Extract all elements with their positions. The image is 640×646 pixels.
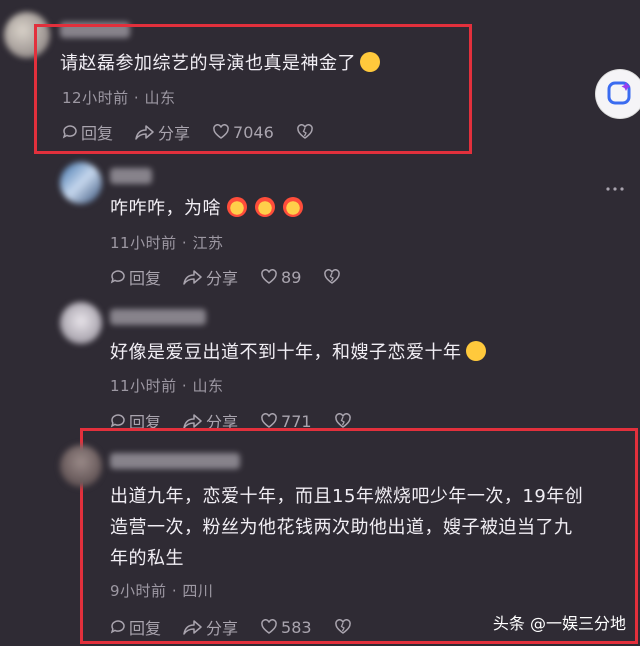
avatar[interactable] xyxy=(60,302,102,344)
devil-emoji-icon xyxy=(255,197,275,217)
share-icon xyxy=(183,270,202,285)
comment-actions: 回复 分享 7046 xyxy=(62,120,339,144)
broken-heart-icon xyxy=(296,124,313,139)
share-label: 分享 xyxy=(158,124,191,143)
reply-icon xyxy=(110,414,125,428)
share-icon xyxy=(183,620,202,635)
share-icon xyxy=(183,414,202,429)
share-button[interactable]: 分享 xyxy=(183,265,238,289)
smile-emoji-icon xyxy=(360,52,380,72)
heart-icon xyxy=(261,619,277,634)
avatar[interactable] xyxy=(60,162,102,204)
devil-emoji-icon xyxy=(227,197,247,217)
like-count: 583 xyxy=(281,617,312,637)
broken-heart-icon xyxy=(324,269,341,284)
username[interactable] xyxy=(110,453,240,469)
reply-icon xyxy=(110,270,125,284)
share-button[interactable]: 分享 xyxy=(183,615,238,639)
heart-icon xyxy=(213,124,229,139)
comment-text: 出道九年，恋爱十年，而且15年燃烧吧少年一次，19年创 造营一次，粉丝为他花钱两… xyxy=(110,481,583,574)
comment-meta: 11小时前 · 江苏 xyxy=(110,234,224,252)
comment-meta: 11小时前 · 山东 xyxy=(110,377,224,395)
like-count: 7046 xyxy=(233,122,274,142)
reply-button[interactable]: 回复 xyxy=(110,615,161,639)
comment-actions: 回复 分享 89 xyxy=(110,265,366,289)
username[interactable] xyxy=(110,168,152,184)
comment-meta: 12小时前 · 山东 xyxy=(62,89,176,107)
dislike-button[interactable] xyxy=(334,619,355,635)
dislike-button[interactable] xyxy=(296,124,317,140)
broken-heart-icon xyxy=(334,413,351,428)
more-icon[interactable] xyxy=(606,176,624,191)
like-button[interactable]: 7046 xyxy=(212,123,274,142)
comment-text: 咋咋咋，为啥 xyxy=(110,193,303,224)
reply-icon xyxy=(110,620,125,634)
reply-label: 回复 xyxy=(129,269,162,288)
comment-text: 好像是爱豆出道不到十年，和嫂子恋爱十年 xyxy=(110,337,486,368)
avatar[interactable] xyxy=(60,445,102,487)
share-label: 分享 xyxy=(206,619,239,638)
comment-meta: 9小时前 · 四川 xyxy=(110,582,214,600)
sparkle-icon xyxy=(607,81,631,105)
share-icon xyxy=(135,125,154,140)
share-label: 分享 xyxy=(206,269,239,288)
like-button[interactable]: 583 xyxy=(260,618,312,637)
reply-button[interactable]: 回复 xyxy=(62,120,113,144)
heart-icon xyxy=(261,269,277,284)
heart-icon xyxy=(261,413,277,428)
devil-emoji-icon xyxy=(283,197,303,217)
dislike-button[interactable] xyxy=(334,413,355,429)
reply-label: 回复 xyxy=(81,124,114,143)
reply-icon xyxy=(62,125,77,139)
username[interactable] xyxy=(110,309,206,325)
share-button[interactable]: 分享 xyxy=(135,120,190,144)
broken-heart-icon xyxy=(334,619,351,634)
comment-actions: 回复 分享 583 xyxy=(110,615,377,639)
comment-line: 出道九年，恋爱十年，而且15年燃烧吧少年一次，19年创 xyxy=(110,486,584,507)
comment-line: 造营一次，粉丝为他花钱两次助他出道，嫂子被迫当了九 xyxy=(110,517,573,538)
dizzy-emoji-icon xyxy=(465,341,486,361)
reply-label: 回复 xyxy=(129,619,162,638)
comment-text: 请赵磊参加综艺的导演也真是神金了 xyxy=(60,48,380,79)
like-count: 89 xyxy=(281,267,302,287)
ai-assistant-button[interactable] xyxy=(596,70,640,118)
watermark: 头条 @一娱三分地 xyxy=(492,614,626,633)
reply-button[interactable]: 回复 xyxy=(110,265,161,289)
like-button[interactable]: 89 xyxy=(260,268,301,287)
comment-line: 年的私生 xyxy=(110,548,184,569)
dislike-button[interactable] xyxy=(323,269,344,285)
